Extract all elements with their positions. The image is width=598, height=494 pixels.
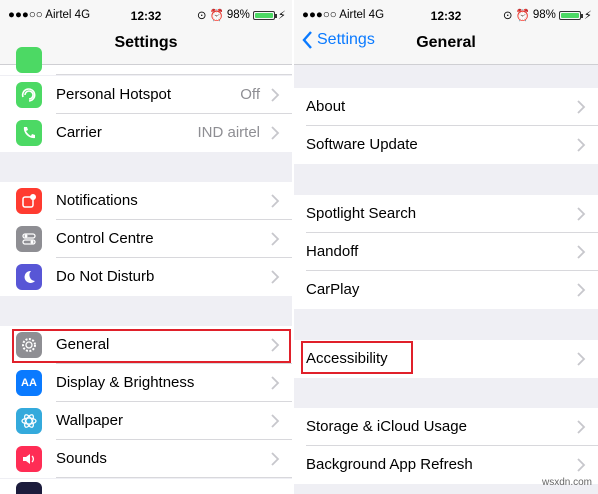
chevron-right-icon	[577, 245, 586, 259]
settings-item-wallpaper[interactable]: Wallpaper	[0, 402, 292, 440]
settings-item-display-brightness[interactable]: AA Display & Brightness	[0, 364, 292, 402]
settings-item-personal-hotspot[interactable]: Personal Hotspot Off	[0, 76, 292, 114]
charging-icon: ⚡	[583, 10, 592, 22]
general-item-spotlight-search[interactable]: Spotlight Search	[294, 195, 598, 233]
settings-item-sounds[interactable]: Sounds	[0, 440, 292, 478]
orientation-lock-icon: ⊙	[502, 10, 513, 22]
phone-icon	[16, 120, 42, 146]
chevron-right-icon	[577, 458, 586, 472]
general-item-label: Spotlight Search	[306, 205, 417, 222]
general-item-carplay[interactable]: CarPlay	[294, 271, 598, 309]
speaker-icon	[16, 446, 42, 472]
notifications-icon	[16, 188, 42, 214]
chevron-right-icon	[577, 283, 586, 297]
app-icon	[16, 482, 42, 494]
alarm-icon: ⏰	[209, 10, 224, 22]
settings-item-label: Wallpaper	[56, 412, 123, 429]
settings-item-carrier[interactable]: Carrier IND airtel	[0, 114, 292, 152]
general-item-label: About	[306, 98, 346, 115]
chevron-right-icon	[271, 452, 280, 466]
chevron-right-icon	[577, 352, 586, 366]
settings-item-label: Display & Brightness	[56, 374, 195, 391]
settings-item-label: Do Not Disturb	[56, 268, 155, 285]
chevron-right-icon	[271, 232, 280, 246]
chevron-right-icon	[577, 207, 586, 221]
chevron-right-icon	[271, 414, 280, 428]
battery-icon	[558, 10, 583, 20]
general-item-storage-icloud-usage[interactable]: Storage & iCloud Usage	[294, 408, 598, 446]
page-title: Settings	[114, 34, 178, 51]
general-item-label: Storage & iCloud Usage	[306, 418, 467, 435]
nav-bar: Settings General	[294, 30, 598, 65]
hotspot-icon	[16, 82, 42, 108]
general-item-label: Handoff	[306, 243, 359, 260]
settings-item-label: Notifications	[56, 192, 138, 209]
general-screen: ●●●○○ Airtel 4G 12:32 ⊙ ⏰ 98% ⚡ Settings…	[294, 0, 598, 494]
settings-item-label: Sounds	[56, 450, 107, 467]
chevron-right-icon	[271, 88, 280, 102]
display-icon: AA	[16, 370, 42, 396]
settings-item-label: Carrier	[56, 124, 102, 141]
chevron-right-icon	[271, 270, 280, 284]
cellular-icon	[16, 47, 42, 73]
chevron-right-icon	[577, 100, 586, 114]
control-centre-icon	[16, 226, 42, 252]
general-item-handoff[interactable]: Handoff	[294, 233, 598, 271]
general-item-label: Software Update	[306, 136, 418, 153]
watermark: wsxdn.com	[541, 477, 592, 488]
settings-item-label: Personal Hotspot	[56, 86, 172, 103]
wallpaper-icon	[16, 408, 42, 434]
highlight-box	[301, 341, 413, 374]
chevron-right-icon	[577, 420, 586, 434]
chevron-right-icon	[577, 138, 586, 152]
settings-item-control-centre[interactable]: Control Centre	[0, 220, 292, 258]
battery-icon	[252, 10, 277, 20]
general-item-label: CarPlay	[306, 281, 360, 298]
battery-percent: 98%	[226, 9, 250, 21]
general-item-label: Background App Refresh	[306, 456, 473, 473]
nav-bar: Settings	[0, 30, 292, 65]
chevron-right-icon	[271, 376, 280, 390]
settings-screen: ●●●○○ Airtel 4G 12:32 ⊙ ⏰ 98% ⚡ Settings…	[0, 0, 292, 494]
settings-item-label: Control Centre	[56, 230, 154, 247]
status-bar: ●●●○○ Airtel 4G 12:32 ⊙ ⏰ 98% ⚡	[0, 0, 292, 30]
settings-item-value: IND airtel	[197, 124, 260, 141]
settings-item-do-not-disturb[interactable]: Do Not Disturb	[0, 258, 292, 296]
battery-percent: 98%	[532, 9, 556, 21]
general-item-software-update[interactable]: Software Update	[294, 126, 598, 164]
page-title: General	[416, 34, 476, 51]
chevron-right-icon	[271, 126, 280, 140]
chevron-right-icon	[271, 194, 280, 208]
status-bar: ●●●○○ Airtel 4G 12:32 ⊙ ⏰ 98% ⚡	[294, 0, 598, 30]
orientation-lock-icon: ⊙	[196, 10, 207, 22]
alarm-icon: ⏰	[515, 10, 530, 22]
settings-item-value: Off	[240, 86, 260, 103]
general-item-about[interactable]: About	[294, 88, 598, 126]
list-item[interactable]	[0, 47, 292, 75]
moon-icon	[16, 264, 42, 290]
charging-icon: ⚡	[277, 10, 286, 22]
settings-item-notifications[interactable]: Notifications	[0, 182, 292, 220]
highlight-box	[12, 329, 291, 363]
list-item[interactable]	[0, 479, 292, 494]
